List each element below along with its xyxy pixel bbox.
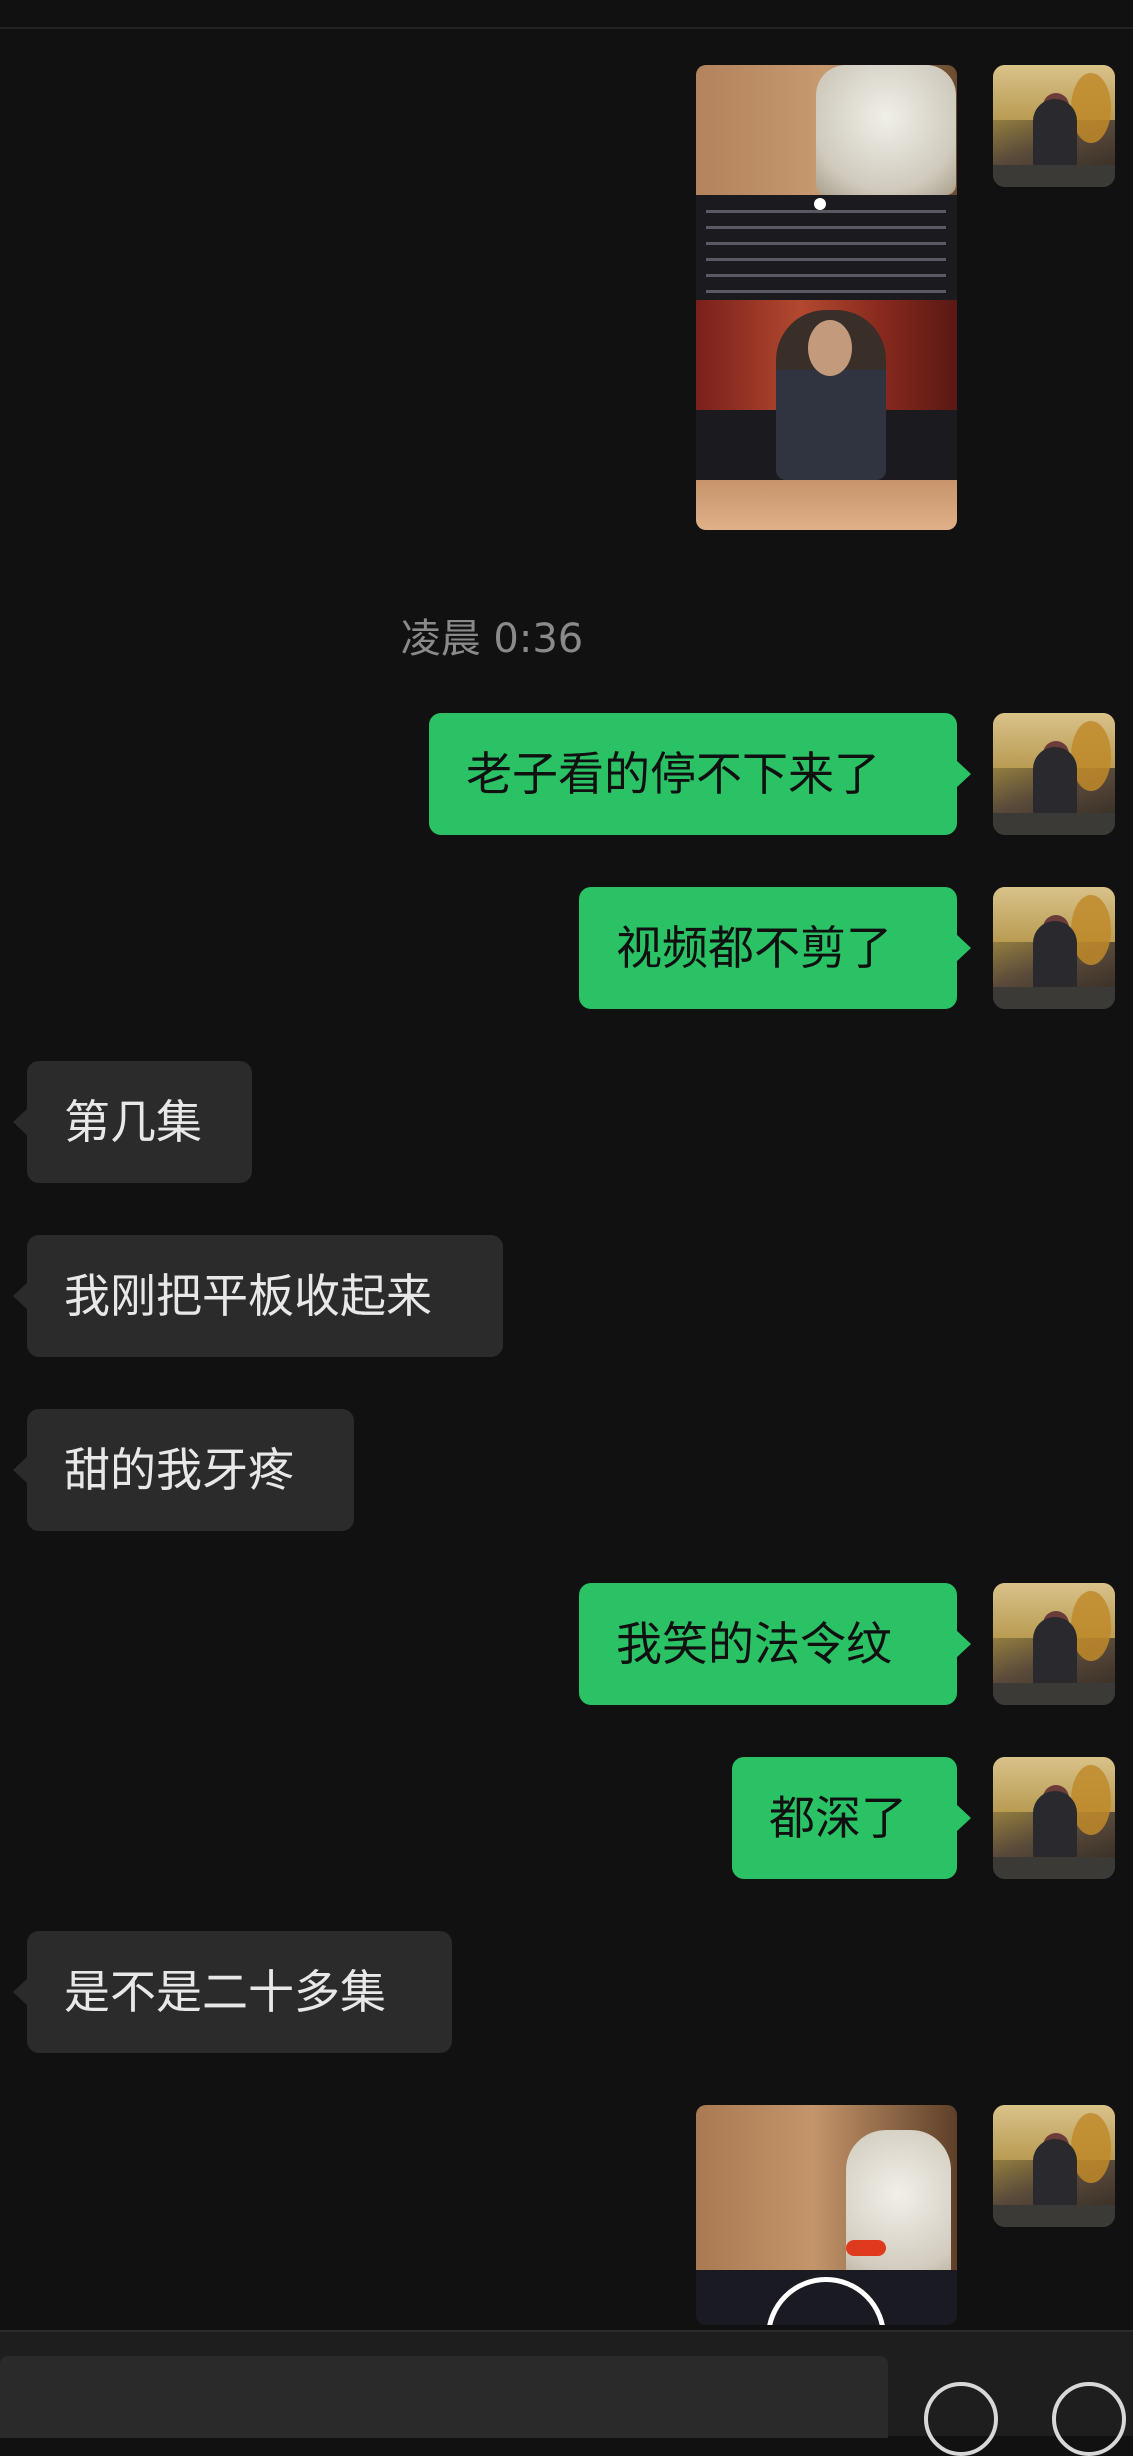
- my-avatar[interactable]: [993, 2105, 1115, 2227]
- image-message[interactable]: [696, 65, 957, 530]
- message-text: 老子看的停不下来了: [466, 747, 880, 801]
- my-avatar[interactable]: [993, 713, 1115, 835]
- emoji-icon[interactable]: [924, 2382, 998, 2456]
- add-icon[interactable]: [1052, 2382, 1126, 2456]
- chat-input-bar: [0, 2330, 1133, 2456]
- my-avatar[interactable]: [993, 65, 1115, 187]
- message-text: 视频都不剪了: [616, 921, 892, 975]
- message-input[interactable]: [0, 2356, 888, 2438]
- my-avatar[interactable]: [993, 1757, 1115, 1879]
- message-text: 是不是二十多集: [64, 1965, 386, 2019]
- incoming-message-bubble[interactable]: 是不是二十多集: [13, 1931, 452, 2053]
- message-text: 我笑的法令纹: [616, 1617, 892, 1671]
- incoming-message-bubble[interactable]: 我刚把平板收起来: [13, 1235, 503, 1357]
- outgoing-message-bubble[interactable]: 我笑的法令纹: [579, 1583, 971, 1705]
- top-divider: [0, 27, 1133, 29]
- message-text: 第几集: [64, 1095, 202, 1149]
- message-text: 甜的我牙疼: [64, 1443, 294, 1497]
- message-text: 我刚把平板收起来: [64, 1269, 432, 1323]
- outgoing-message-bubble[interactable]: 都深了: [732, 1757, 971, 1879]
- incoming-message-bubble[interactable]: 甜的我牙疼: [13, 1409, 354, 1531]
- incoming-message-bubble[interactable]: 第几集: [13, 1061, 252, 1183]
- outgoing-message-bubble[interactable]: 视频都不剪了: [579, 887, 971, 1009]
- video-message[interactable]: [696, 2105, 957, 2325]
- message-text: 都深了: [769, 1791, 907, 1845]
- message-timestamp: 凌晨 0:36: [400, 616, 584, 662]
- outgoing-message-bubble[interactable]: 老子看的停不下来了: [429, 713, 971, 835]
- my-avatar[interactable]: [993, 887, 1115, 1009]
- my-avatar[interactable]: [993, 1583, 1115, 1705]
